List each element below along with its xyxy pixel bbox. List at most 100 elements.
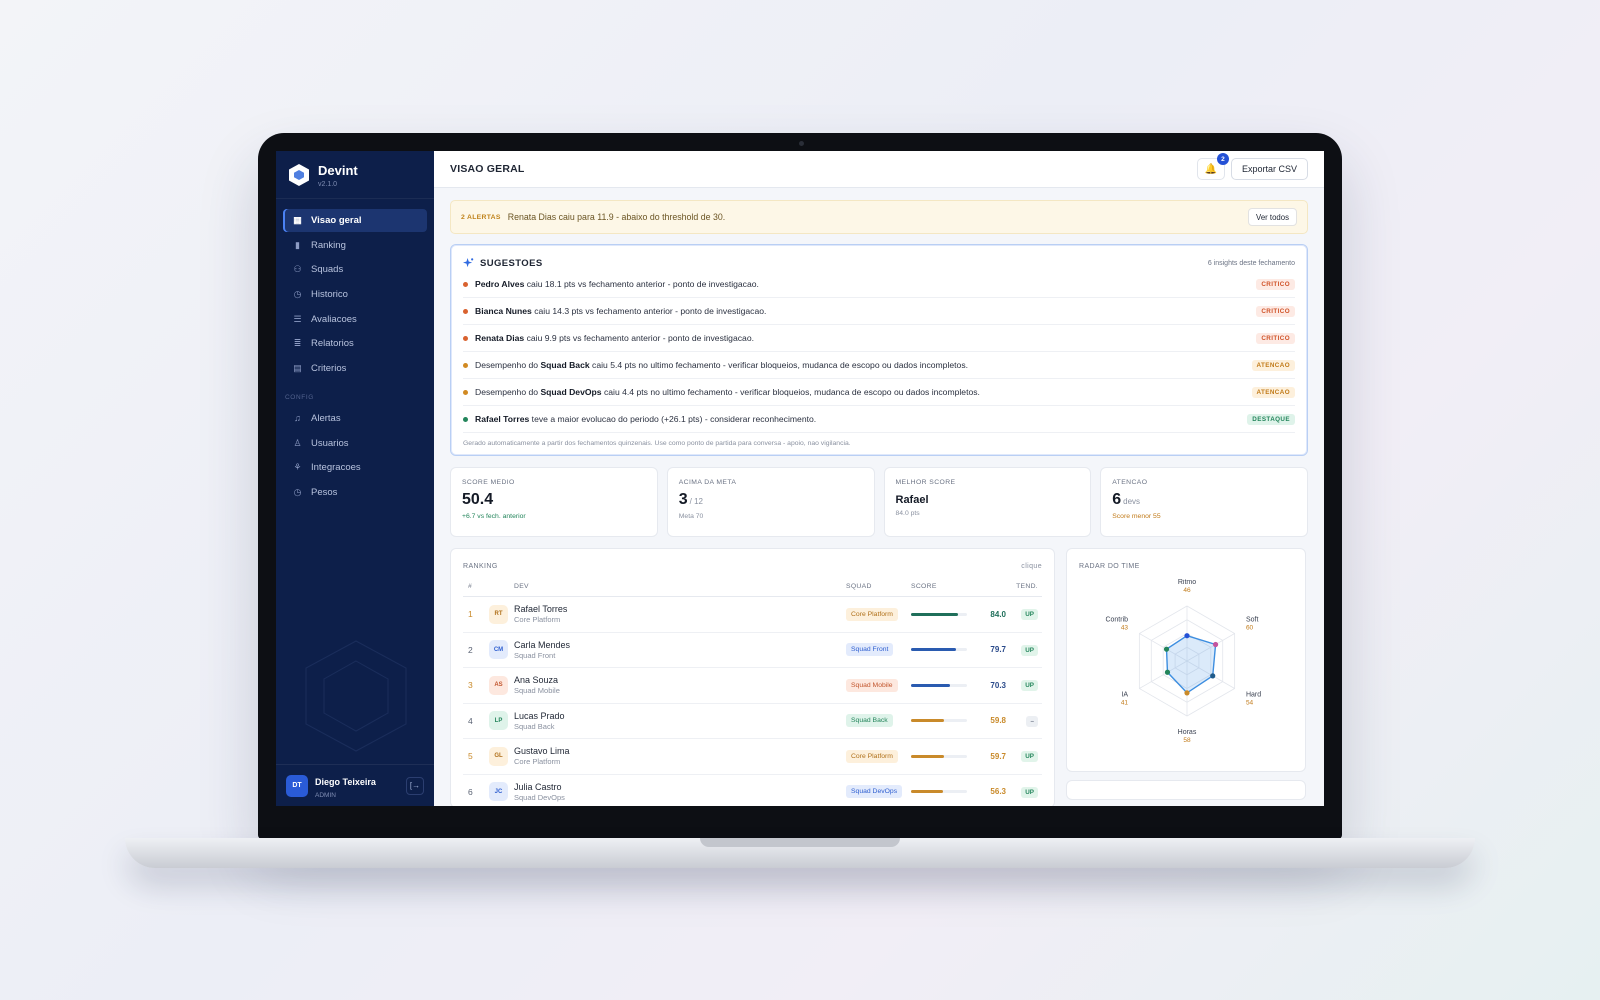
kpi-card: SCORE MEDIO 50.4 +6.7 vs fech. anterior: [450, 467, 658, 537]
ranking-header: RANKING clique: [463, 559, 1042, 573]
radar-card: RADAR DO TIME Ritmo 46 Soft 60 Hard 54 Horas 58…: [1066, 548, 1306, 772]
suggestion-item[interactable]: Desempenho do Squad DevOps caiu 4.4 pts …: [463, 379, 1295, 406]
app-name: Devint: [318, 162, 358, 178]
main-nav: ▦ Visao geral ▮ Ranking ⚇ Squads ◷ Histo…: [276, 199, 434, 382]
radar-axis-value: 60: [1246, 625, 1254, 632]
suggestion-item[interactable]: Desempenho do Squad Back caiu 5.4 pts no…: [463, 352, 1295, 379]
trend-badge: UP: [1021, 751, 1038, 763]
table-row[interactable]: 4 LP Lucas Prado Squad Back Squad Back 59…: [463, 704, 1042, 739]
score-bar-cell: [911, 683, 976, 687]
table-row[interactable]: 1 RT Rafael Torres Core Platform Core Pla…: [463, 597, 1042, 633]
brand[interactable]: Devint v2.1.0: [276, 151, 434, 199]
sidebar-item-alertas[interactable]: ♫ Alertas: [283, 407, 427, 430]
squad-badge: Squad DevOps: [846, 785, 903, 799]
sidebar-item-ranking[interactable]: ▮ Ranking: [283, 234, 427, 257]
suggestions-footer: Gerado automaticamente a partir dos fech…: [463, 440, 851, 447]
ranking-table-header: # DEV SQUAD SCORE TEND.: [463, 577, 1042, 597]
sidebar-item-integracoes[interactable]: ⚘ Integracoes: [283, 456, 427, 479]
table-row[interactable]: 2 CM Carla Mendes Squad Front Squad Front…: [463, 633, 1042, 668]
user-role: ADMIN: [315, 792, 336, 799]
suggestion-item[interactable]: Pedro Alves caiu 18.1 pts vs fechamento …: [463, 271, 1295, 298]
kpi-value: 3/ 12: [678, 491, 703, 508]
suggestion-text: Bianca Nunes caiu 14.3 pts vs fechamento…: [475, 306, 767, 316]
laptop-base: [125, 838, 1475, 868]
dev-name: Lucas Prado: [514, 710, 565, 721]
sidebar-item-label: Alertas: [311, 412, 341, 424]
avatar: JC: [489, 782, 508, 802]
radar-axis-value: 41: [1121, 700, 1129, 707]
dev-cell: Gustavo Lima Core Platform: [514, 746, 846, 766]
radar-axis-value: 43: [1121, 625, 1129, 632]
squad-badge: Squad Back: [846, 714, 893, 728]
squad-cell: Squad Back: [846, 714, 911, 728]
sidebar-item-visao-geral[interactable]: ▦ Visao geral: [283, 209, 427, 232]
topbar: VISAO GERAL 🔔 2 Exportar CSV: [434, 151, 1324, 188]
app-screen: Devint v2.1.0 ▦ Visao geral ▮ Ranking ⚇ …: [276, 151, 1324, 806]
radar-data-area: [1165, 634, 1217, 694]
dev-squad: Squad Front: [514, 650, 556, 660]
export-csv-button[interactable]: Exportar CSV: [1230, 158, 1308, 180]
rank-number: 6: [468, 786, 473, 797]
dev-name: Ana Souza: [514, 675, 559, 686]
severity-dot: [463, 281, 468, 287]
sidebar-item-historico[interactable]: ◷ Historico: [283, 283, 427, 306]
score-value: 56.3: [990, 787, 1006, 797]
notifications-button[interactable]: 🔔 2: [1196, 153, 1229, 180]
dev-cell: Carla Mendes Squad Front: [514, 640, 846, 660]
main-area: VISAO GERAL 🔔 2 Exportar CSV 2 ALERTAS R…: [434, 151, 1324, 806]
sidebar-item-squads[interactable]: ⚇ Squads: [283, 258, 427, 281]
table-row[interactable]: 3 AS Ana Souza Squad Mobile Squad Mobile …: [463, 668, 1042, 704]
suggestions-card: SUGESTOES 6 insights deste fechamento Pe…: [450, 244, 1308, 456]
avatar-cell: CM: [489, 640, 514, 660]
table-row[interactable]: 5 GL Gustavo Lima Core Platform Core Plat…: [463, 739, 1042, 775]
ranking-title: RANKING: [463, 562, 498, 570]
table-row[interactable]: 6 JC Julia Castro Squad DevOps Squad DevO…: [463, 775, 1042, 807]
rank-number: 3: [468, 680, 473, 691]
suggestion-text: Renata Dias caiu 9.9 pts vs fechamento a…: [475, 333, 754, 343]
suggestion-item[interactable]: Renata Dias caiu 9.9 pts vs fechamento a…: [463, 325, 1295, 352]
severity-dot: [463, 416, 468, 422]
score-bar-track: [911, 719, 967, 723]
score-bar-track: [911, 612, 967, 616]
dev-cell: Ana Souza Squad Mobile: [514, 675, 846, 695]
col-dev: DEV: [514, 583, 529, 590]
dev-name: Rafael Torres: [514, 604, 568, 615]
suggestion-item[interactable]: Bianca Nunes caiu 14.3 pts vs fechamento…: [463, 298, 1295, 325]
logout-button[interactable]: [→: [406, 776, 424, 795]
sidebar-item-relatorios[interactable]: ≣ Relatorios: [283, 332, 427, 355]
avatar[interactable]: DT: [286, 774, 308, 797]
sidebar-item-pesos[interactable]: ◷ Pesos: [283, 481, 427, 504]
avatar-cell: LP: [489, 711, 514, 731]
col-squad: SQUAD: [846, 583, 872, 590]
camera: [799, 141, 804, 146]
sidebar-item-label: Integracoes: [311, 462, 361, 474]
avatar-cell: JC: [489, 782, 514, 802]
radar-point: [1164, 669, 1171, 675]
avatar: LP: [489, 711, 508, 731]
radar-axis-label: Horas: [1178, 729, 1197, 736]
sidebar-item-avaliacoes[interactable]: ☰ Avaliacoes: [283, 308, 427, 331]
dev-cell: Lucas Prado Squad Back: [514, 711, 846, 731]
severity-badge: DESTAQUE: [1247, 413, 1295, 425]
avatar: AS: [489, 675, 508, 695]
squad-cell: Squad DevOps: [846, 785, 911, 799]
severity-dot: [463, 308, 468, 314]
score-bar-fill: [911, 790, 943, 794]
kpi-value: 6 devs: [1112, 491, 1141, 508]
score-bar-cell: [911, 719, 976, 723]
radar-header: RADAR DO TIME: [1079, 559, 1293, 573]
config-nav: ♫ Alertas ♙ Usuarios ⚘ Integracoes ◷ Pes…: [276, 407, 434, 506]
rank-number: 4: [468, 715, 473, 726]
score-value: 59.7: [990, 751, 1006, 761]
score-bar-track: [911, 790, 967, 794]
dev-squad: Squad Back: [514, 721, 555, 731]
sidebar-item-usuarios[interactable]: ♙ Usuarios: [283, 432, 427, 455]
bell-icon: 🔔: [1204, 163, 1218, 175]
sidebar-item-criterios[interactable]: ▤ Criterios: [283, 357, 427, 380]
kpi-label: ATENCAO: [1112, 479, 1148, 486]
kpi-subtext: 84.0 pts: [895, 510, 920, 517]
view-all-alerts-button[interactable]: Ver todos: [1248, 208, 1297, 226]
score-bar-fill: [911, 683, 951, 687]
suggestion-item[interactable]: Rafael Torres teve a maior evolucao do p…: [463, 406, 1295, 433]
severity-badge: CRITICO: [1256, 305, 1295, 317]
